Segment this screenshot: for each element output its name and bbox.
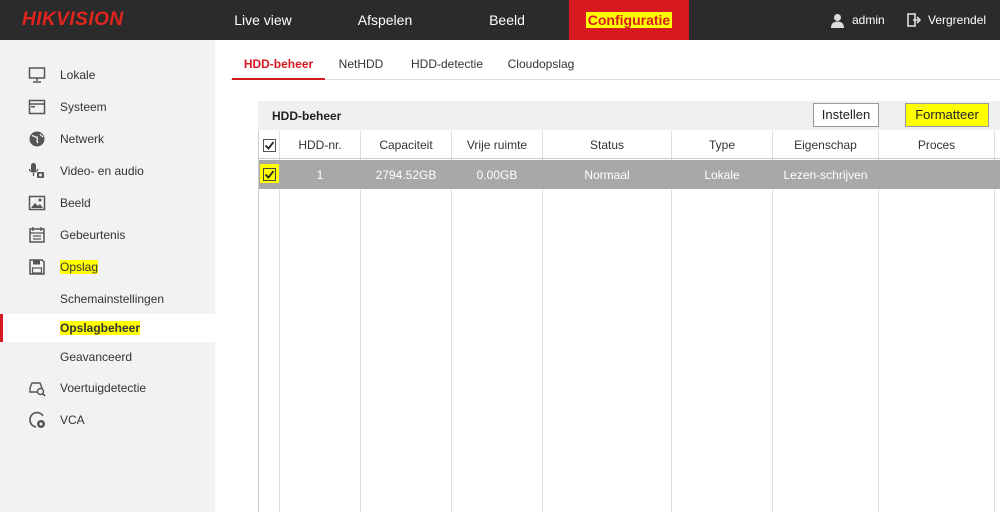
- cell-status: Normaal: [584, 168, 630, 182]
- user-icon: [831, 13, 844, 28]
- sidebar-item-label: VCA: [60, 413, 85, 427]
- sidebar-item-system[interactable]: Systeem: [0, 92, 215, 122]
- top-navigation-bar: HIKVISION Live view Afspelen Beeld Confi…: [0, 0, 1000, 40]
- set-button[interactable]: Instellen: [813, 103, 879, 127]
- table-row[interactable]: 1 2794.52GB 0.00GB Normaal Lokale Lezen-…: [259, 160, 1000, 189]
- hikvision-logo: HIKVISION: [22, 9, 124, 30]
- sidebar-item-event[interactable]: Gebeurtenis: [0, 220, 215, 250]
- cell-property: Lezen-schrijven: [783, 168, 868, 182]
- row-checkbox[interactable]: [263, 168, 276, 181]
- panel-header: HDD-beheer Instellen Formatteer: [258, 101, 1000, 130]
- sidebar-item-video-audio[interactable]: Video- en audio: [0, 156, 215, 186]
- user-name: admin: [852, 13, 885, 27]
- column-header-type[interactable]: Type: [672, 138, 772, 152]
- logout-icon: [907, 13, 921, 27]
- column-header-property[interactable]: Eigenschap: [773, 138, 878, 152]
- cell-type: Lokale: [704, 168, 740, 182]
- nav-configuration[interactable]: Configuratie: [569, 0, 689, 40]
- sidebar-item-storage[interactable]: Opslag: [0, 252, 215, 282]
- logout-button[interactable]: Vergrendel: [907, 0, 986, 40]
- sidebar-item-vca[interactable]: VCA: [0, 405, 215, 435]
- nav-live-view[interactable]: Live view: [218, 0, 308, 40]
- vca-icon: [29, 411, 45, 428]
- tab-hdd-management[interactable]: HDD-beheer: [232, 50, 325, 80]
- sidebar-item-vehicle-detection[interactable]: Voertuigdetectie: [0, 373, 215, 403]
- sidebar-item-image[interactable]: Beeld: [0, 188, 215, 218]
- column-header-process[interactable]: Proces: [879, 138, 994, 152]
- panel-title: HDD-beheer: [272, 109, 342, 123]
- sidebar-item-label: Systeem: [60, 100, 107, 114]
- nav-image[interactable]: Beeld: [462, 0, 552, 40]
- sidebar-item-label: Beeld: [60, 196, 91, 210]
- monitor-icon: [28, 67, 46, 83]
- column-header-capacity[interactable]: Capaciteit: [361, 138, 451, 152]
- column-header-status[interactable]: Status: [543, 138, 671, 152]
- nav-playback[interactable]: Afspelen: [340, 0, 430, 40]
- checkmark-icon: [264, 170, 275, 179]
- sidebar-sub-label: Geavanceerd: [60, 350, 133, 364]
- user-menu[interactable]: admin: [830, 0, 885, 40]
- sidebar-item-label: Voertuigdetectie: [60, 381, 147, 395]
- image-icon: [28, 195, 46, 211]
- sidebar-sub-schedule-settings[interactable]: Schemainstellingen: [0, 285, 215, 313]
- nav-configuration-label: Configuratie: [585, 12, 673, 28]
- tab-cloud-storage[interactable]: Cloudopslag: [504, 50, 578, 80]
- cell-capacity: 2794.52GB: [375, 168, 437, 182]
- sidebar-sub-label: Schemainstellingen: [60, 292, 165, 306]
- sidebar: Lokale Systeem Netwerk Video- en audio B…: [0, 40, 215, 512]
- tab-bar: HDD-beheer NetHDD HDD-detectie Cloudopsl…: [230, 50, 1000, 80]
- window-icon: [28, 99, 46, 115]
- globe-icon: [29, 131, 45, 147]
- floppy-icon: [29, 259, 45, 275]
- microphone-icon: [28, 163, 44, 178]
- column-header-free-space[interactable]: Vrije ruimte: [452, 138, 542, 152]
- hdd-table: HDD-nr. Capaciteit Vrije ruimte Status T…: [258, 131, 1000, 512]
- table-header: HDD-nr. Capaciteit Vrije ruimte Status T…: [259, 131, 1000, 159]
- sidebar-item-local[interactable]: Lokale: [0, 60, 215, 90]
- sidebar-item-label: Netwerk: [60, 132, 105, 146]
- logout-label: Vergrendel: [928, 13, 987, 27]
- checkmark-icon: [264, 141, 275, 150]
- calendar-icon: [29, 227, 45, 243]
- select-all-checkbox[interactable]: [263, 139, 276, 152]
- sidebar-item-label: Opslag: [60, 260, 99, 274]
- tab-hdd-detection[interactable]: HDD-detectie: [404, 50, 490, 80]
- sidebar-item-label: Gebeurtenis: [60, 228, 126, 242]
- sidebar-item-network[interactable]: Netwerk: [0, 124, 215, 154]
- tab-nethdd[interactable]: NetHDD: [333, 50, 389, 80]
- sidebar-sub-label: Opslagbeheer: [60, 321, 141, 335]
- sidebar-item-label: Video- en audio: [60, 164, 144, 178]
- vehicle-search-icon: [29, 382, 46, 397]
- column-header-hdd-nr[interactable]: HDD-nr.: [280, 138, 360, 152]
- sidebar-sub-storage-management[interactable]: Opslagbeheer: [0, 314, 215, 342]
- format-button[interactable]: Formatteer: [905, 103, 989, 127]
- cell-hdd-nr: 1: [316, 168, 324, 182]
- sidebar-item-label: Lokale: [60, 68, 96, 82]
- cell-free-space: 0.00GB: [476, 168, 518, 182]
- sidebar-sub-advanced[interactable]: Geavanceerd: [0, 343, 215, 371]
